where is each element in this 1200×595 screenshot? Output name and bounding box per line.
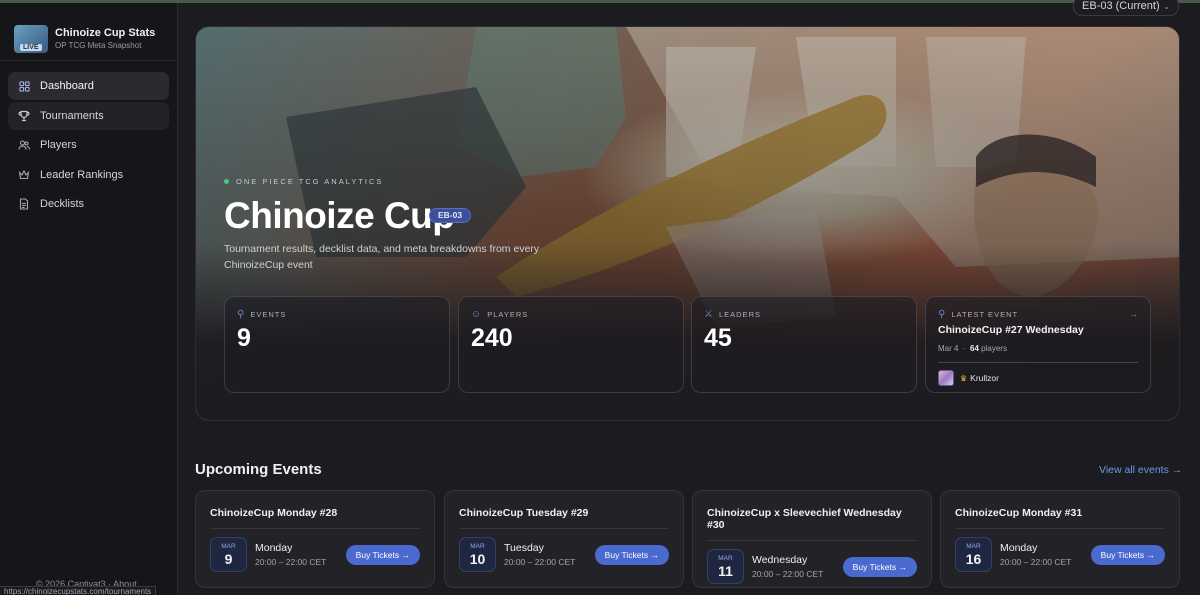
stat-label: EVENTS xyxy=(250,310,287,319)
event-card[interactable]: ChinoizeCup Monday #28 MAR 9 Monday 20:00 … xyxy=(195,490,435,588)
swords-icon: ⚔ xyxy=(704,309,714,320)
users-icon xyxy=(18,139,30,151)
sidebar-item-decklists[interactable]: Decklists xyxy=(8,190,169,218)
hero-kicker: ONE PIECE TCG ANALYTICS xyxy=(224,177,383,186)
sidebar-item-label: Tournaments xyxy=(40,109,104,122)
latest-event-date: Mar 4 xyxy=(938,344,959,353)
date-badge: MAR 9 xyxy=(210,537,247,572)
latest-event-card[interactable]: → ⚲ LATEST EVENT ChinoizeCup #27 Wednesda… xyxy=(925,296,1151,393)
event-card[interactable]: ChinoizeCup Tuesday #29 MAR 10 Tuesday 20:… xyxy=(444,490,684,588)
date-badge: MAR 10 xyxy=(459,537,496,572)
event-time: 20:00 – 22:00 CET xyxy=(752,569,824,579)
live-dot-icon xyxy=(224,179,229,184)
latest-event-winner: ♛ Krullzor xyxy=(938,370,1138,386)
stat-label: PLAYERS xyxy=(487,310,529,319)
date-month: MAR xyxy=(966,543,981,550)
event-weekday: Wednesday xyxy=(752,554,808,566)
date-badge: MAR 16 xyxy=(955,537,992,572)
brand-title: Chinoize Cup Stats xyxy=(55,27,156,39)
event-name: ChinoizeCup Monday #28 xyxy=(210,507,338,519)
latest-event-players-word: players xyxy=(981,344,1007,353)
version-select[interactable]: EB-03 (Current) ⌄ xyxy=(1073,0,1179,16)
stat-label: LATEST EVENT xyxy=(951,310,1019,319)
event-weekday: Tuesday xyxy=(504,542,544,554)
stat-card-events: ⚲ EVENTS 9 xyxy=(224,296,450,393)
event-name: ChinoizeCup x Sleevechief Wednesday #30 xyxy=(707,507,902,531)
upcoming-events-heading: Upcoming Events xyxy=(195,461,322,478)
buy-tickets-button[interactable]: Buy Tickets → xyxy=(1090,544,1165,565)
date-day: 9 xyxy=(224,551,233,567)
stat-card-players: ☺ PLAYERS 240 xyxy=(458,296,684,393)
sidebar-item-tournaments[interactable]: Tournaments xyxy=(8,101,169,130)
stat-value: 9 xyxy=(237,324,251,352)
set-badge: EB-03 xyxy=(429,208,472,223)
buy-tickets-button[interactable]: Buy Tickets → xyxy=(345,544,420,565)
latest-event-meta: Mar 4 · 64 players xyxy=(938,344,1138,353)
grid-icon xyxy=(18,80,30,92)
trophy-icon: ⚲ xyxy=(938,309,947,320)
stat-value: 240 xyxy=(471,324,513,352)
view-all-events-link[interactable]: View all events → xyxy=(1099,464,1182,476)
date-badge: MAR 11 xyxy=(707,549,744,584)
version-select-value: EB-03 (Current) xyxy=(1082,0,1160,12)
latest-event-players-count: 64 xyxy=(970,344,979,353)
sidebar-item-label: Decklists xyxy=(40,198,85,210)
trophy-icon xyxy=(18,110,30,122)
event-card[interactable]: ChinoizeCup x Sleevechief Wednesday #30 … xyxy=(692,490,932,588)
divider xyxy=(210,528,420,529)
event-name: ChinoizeCup Monday #31 xyxy=(955,507,1083,519)
brand-subtitle: OP TCG Meta Snapshot xyxy=(55,41,142,50)
divider xyxy=(707,540,917,541)
app-logo: LIVE xyxy=(14,24,48,53)
sidebar-item-label: Dashboard xyxy=(40,80,94,92)
event-time: 20:00 – 22:00 CET xyxy=(255,557,327,567)
winner-name: Krullzor xyxy=(970,373,999,383)
trophy-icon: ⚲ xyxy=(237,309,246,320)
arrow-right-icon: → xyxy=(1129,309,1138,319)
latest-event-title: ChinoizeCup #27 Wednesday xyxy=(938,324,1084,336)
stat-card-leaders: ⚔ LEADERS 45 xyxy=(691,296,917,393)
divider xyxy=(459,528,669,529)
date-day: 10 xyxy=(469,551,486,567)
divider xyxy=(938,362,1138,363)
leader-card-thumbnail xyxy=(938,370,954,386)
status-bar-url: https://chinoizecupstats.com/tournaments xyxy=(0,586,157,595)
date-day: 16 xyxy=(965,551,982,567)
sidebar-item-label: Players xyxy=(40,139,77,151)
users-icon: ☺ xyxy=(471,309,483,320)
hero-description: Tournament results, decklist data, and m… xyxy=(224,243,540,271)
date-month: MAR xyxy=(221,543,236,550)
event-weekday: Monday xyxy=(1000,542,1038,554)
document-icon xyxy=(18,198,30,210)
date-month: MAR xyxy=(470,543,485,550)
sidebar: LIVE Chinoize Cup Stats OP TCG Meta Snap… xyxy=(0,3,178,595)
logo-live-badge: LIVE xyxy=(20,43,42,51)
stat-label: LEADERS xyxy=(718,310,761,319)
event-time: 20:00 – 22:00 CET xyxy=(504,557,576,567)
sidebar-item-players[interactable]: Players xyxy=(8,131,169,159)
date-day: 11 xyxy=(718,563,733,579)
date-month: MAR xyxy=(718,555,733,562)
hero-kicker-text: ONE PIECE TCG ANALYTICS xyxy=(236,177,384,186)
hero-banner: ONE PIECE TCG ANALYTICS Chinoize Cup EB-… xyxy=(195,26,1180,421)
sidebar-item-leader-rankings[interactable]: Leader Rankings xyxy=(8,161,169,189)
chevron-down-icon: ⌄ xyxy=(1163,1,1170,11)
crown-icon xyxy=(18,169,30,181)
stat-value: 45 xyxy=(704,324,732,352)
sidebar-item-dashboard[interactable]: Dashboard xyxy=(8,72,169,100)
sidebar-item-label: Leader Rankings xyxy=(40,168,124,181)
event-weekday: Monday xyxy=(255,542,293,554)
divider xyxy=(955,528,1165,529)
meta-separator: · xyxy=(960,344,968,353)
sidebar-nav: Dashboard Tournaments Players Leader Ran… xyxy=(0,61,177,231)
event-card[interactable]: ChinoizeCup Monday #31 MAR 16 Monday 20:00… xyxy=(940,490,1180,588)
event-time: 20:00 – 22:00 CET xyxy=(1000,557,1072,567)
buy-tickets-button[interactable]: Buy Tickets → xyxy=(842,556,917,577)
window-top-border xyxy=(0,0,1200,3)
page-title: Chinoize Cup xyxy=(224,195,455,236)
buy-tickets-button[interactable]: Buy Tickets → xyxy=(594,544,669,565)
event-name: ChinoizeCup Tuesday #29 xyxy=(459,507,589,519)
crown-icon: ♛ xyxy=(960,373,968,383)
brand[interactable]: LIVE Chinoize Cup Stats OP TCG Meta Snap… xyxy=(0,3,177,61)
